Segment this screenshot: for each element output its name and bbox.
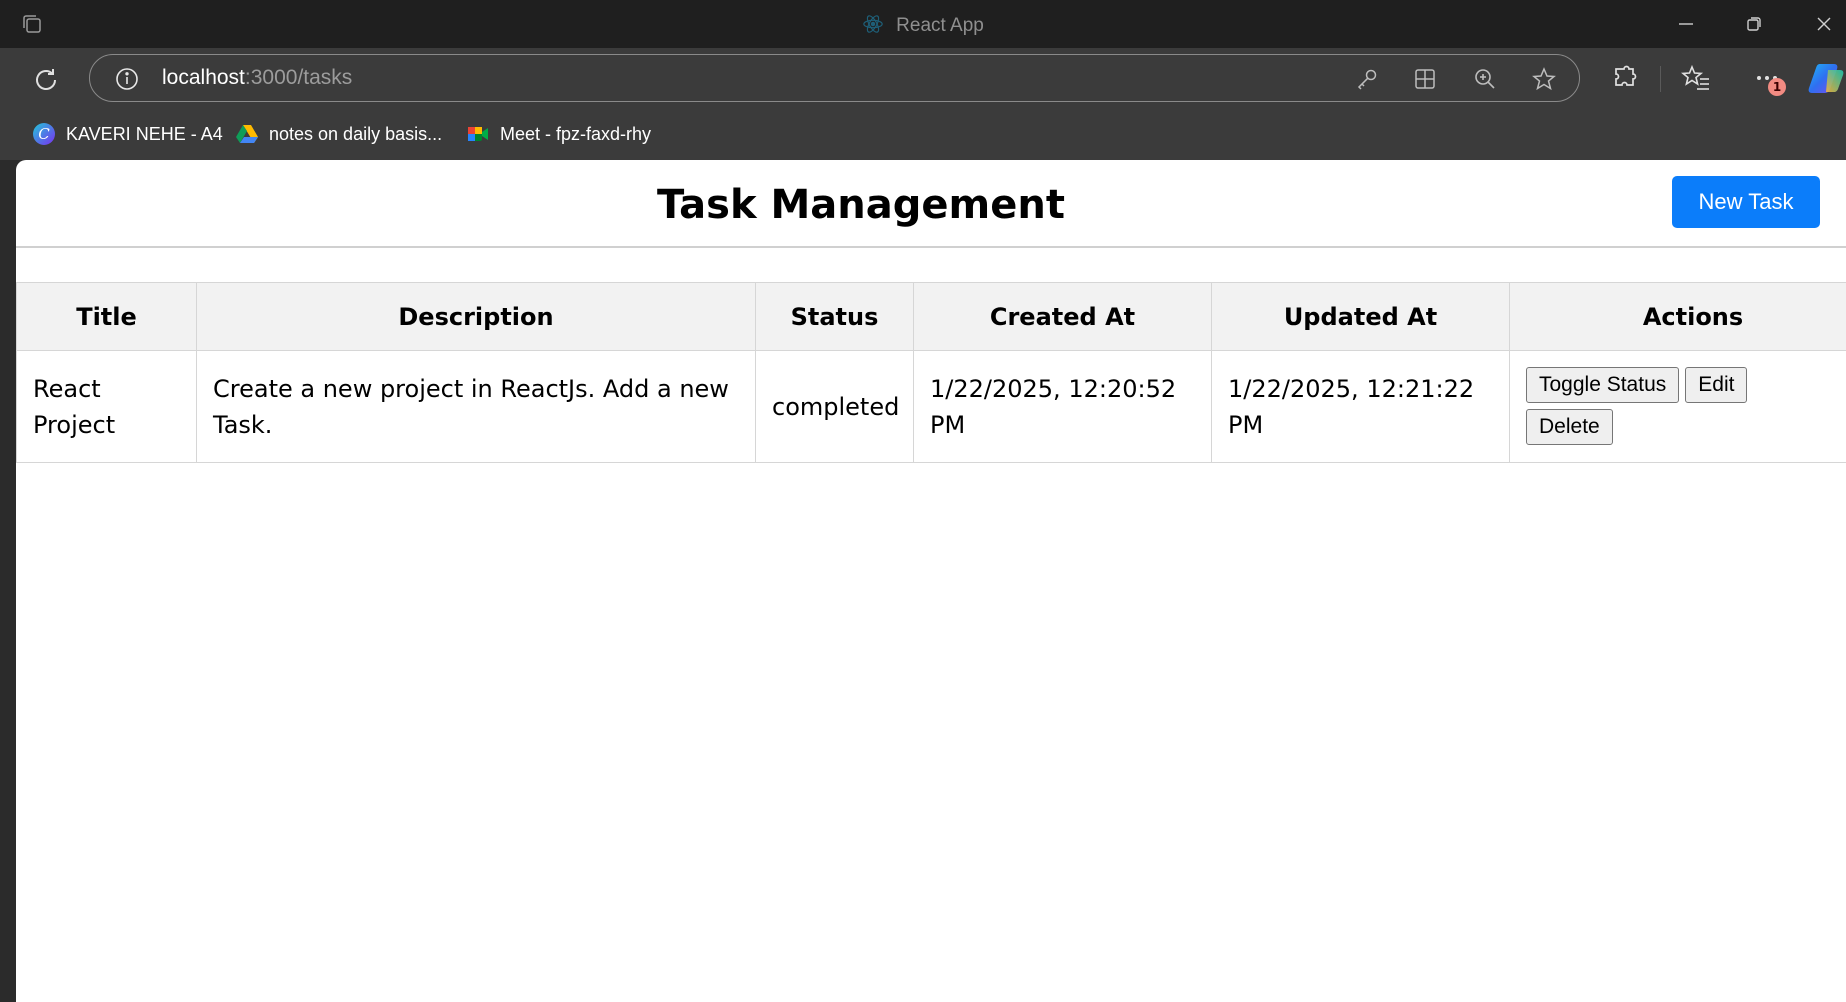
favorites-icon[interactable] (1681, 63, 1711, 93)
app-header: Task Management New Task (16, 160, 1846, 248)
reload-icon[interactable] (30, 64, 62, 96)
bookmarks-bar: C KAVERI NEHE - A4 notes on daily basis.… (0, 110, 1846, 160)
task-updated-at-cell: 1/22/2025, 12:21:22 PM (1211, 350, 1510, 463)
bookmark-item[interactable]: C KAVERI NEHE - A4 (32, 120, 223, 148)
favorite-star-icon[interactable] (1531, 66, 1557, 92)
column-header-created-at: Created At (913, 282, 1212, 351)
minimize-icon[interactable] (1672, 10, 1700, 38)
svg-text:C: C (38, 125, 50, 143)
react-logo-icon (863, 15, 883, 33)
canva-icon: C (33, 123, 55, 145)
browser-toolbar: localhost:3000/tasks 1 (0, 48, 1846, 110)
bookmark-label: notes on daily basis... (269, 123, 443, 144)
tasks-table: Title Description Status Created At Upda… (16, 282, 1846, 463)
table-row: React Project Create a new project in Re… (16, 350, 1846, 463)
edit-button[interactable]: Edit (1685, 366, 1748, 403)
page-title: Task Management (657, 182, 1065, 228)
bookmark-label: KAVERI NEHE - A4 (66, 123, 223, 144)
copilot-icon[interactable] (1808, 60, 1846, 96)
task-actions-cell: Toggle Status Edit Delete (1509, 350, 1846, 463)
column-header-status: Status (755, 282, 914, 351)
address-bar[interactable]: localhost:3000/tasks (89, 54, 1580, 102)
column-header-title: Title (16, 282, 197, 351)
app-available-icon[interactable] (1412, 66, 1438, 92)
url-host: localhost (162, 66, 245, 89)
column-header-updated-at: Updated At (1211, 282, 1510, 351)
task-status-cell: completed (755, 350, 914, 463)
close-icon[interactable] (1810, 10, 1838, 38)
bookmark-item[interactable]: notes on daily basis... (235, 120, 442, 148)
page-viewport: Task Management New Task Title Descripti… (16, 160, 1846, 1002)
bookmark-item[interactable]: Meet - fpz-faxd-rhy (466, 120, 651, 148)
password-key-icon[interactable] (1354, 66, 1380, 92)
column-header-description: Description (196, 282, 756, 351)
site-info-icon[interactable] (114, 66, 140, 92)
task-description-cell: Create a new project in ReactJs. Add a n… (196, 350, 756, 463)
zoom-icon[interactable] (1472, 66, 1498, 92)
toolbar-separator (1660, 66, 1661, 92)
window-title-text: React App (896, 15, 984, 36)
bookmark-label: Meet - fpz-faxd-rhy (500, 123, 652, 144)
toggle-status-button[interactable]: Toggle Status (1526, 366, 1680, 403)
url-text[interactable]: localhost:3000/tasks (162, 66, 352, 90)
delete-button[interactable]: Delete (1526, 408, 1613, 445)
column-header-actions: Actions (1509, 282, 1846, 351)
extensions-icon[interactable] (1610, 63, 1640, 93)
window-title: React App (0, 13, 1846, 37)
task-created-at-cell: 1/22/2025, 12:20:52 PM (913, 350, 1212, 463)
google-drive-icon (236, 125, 258, 143)
url-path: :3000/tasks (244, 66, 353, 89)
new-task-button[interactable]: New Task (1672, 176, 1820, 228)
task-title-cell: React Project (16, 350, 197, 463)
google-meet-icon (468, 127, 488, 141)
table-header-row: Title Description Status Created At Upda… (16, 282, 1846, 351)
title-bar: React App (0, 0, 1846, 48)
notification-badge: 1 (1768, 78, 1786, 96)
restore-icon[interactable] (1740, 10, 1768, 38)
